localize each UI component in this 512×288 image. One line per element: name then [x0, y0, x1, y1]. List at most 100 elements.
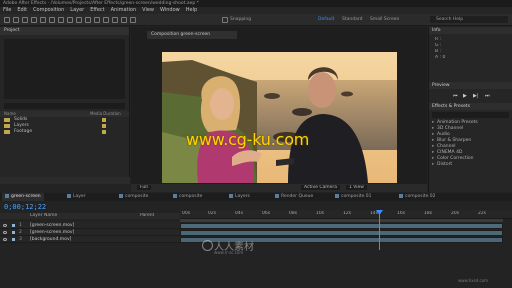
next-frame-icon[interactable]: ▶| — [473, 93, 479, 99]
roto-brush-tool-icon[interactable] — [121, 17, 127, 23]
snapping-checkbox-icon[interactable] — [222, 17, 228, 23]
timeline-tab[interactable]: composite — [116, 193, 151, 201]
eye-icon[interactable] — [3, 231, 7, 234]
ruler-tick: 00s — [182, 211, 191, 216]
info-alpha: A : 0 — [435, 55, 446, 60]
tab-project[interactable]: Project — [0, 27, 129, 35]
layer-columns-header: Layer Name Parent — [0, 213, 180, 219]
table-row[interactable]: 3 [background.mov] — [0, 236, 180, 243]
effects-search-input[interactable] — [432, 112, 509, 118]
brand-logo-icon — [202, 240, 213, 251]
hand-tool-icon[interactable] — [22, 17, 28, 23]
menu-composition[interactable]: Composition — [33, 7, 64, 14]
pen-tool-icon[interactable] — [76, 17, 82, 23]
label-swatch — [102, 124, 106, 128]
timeline-tab[interactable]: Render Queue — [272, 193, 316, 201]
timeline-tab[interactable]: composite 01 — [332, 193, 375, 201]
eye-icon[interactable] — [3, 224, 7, 227]
timeline-tab[interactable]: composite 02 — [396, 193, 439, 201]
menu-layer[interactable]: Layer — [70, 7, 84, 14]
timeline-tabs: green-screen Layer composite composite L… — [0, 193, 512, 201]
table-row[interactable]: 2 [green-screen.mov] — [0, 229, 180, 236]
info-readout: R : G : B : A : 0 — [429, 34, 512, 74]
current-time-display[interactable]: 0;00;12;22 — [4, 203, 46, 211]
workspace-small-screen[interactable]: Small Screen — [370, 17, 399, 22]
label-swatch[interactable] — [12, 238, 15, 241]
menu-animation[interactable]: Animation — [111, 7, 137, 14]
label-swatch[interactable] — [12, 231, 15, 234]
composition-frame[interactable] — [162, 52, 397, 183]
brush-tool-icon[interactable] — [94, 17, 100, 23]
layer-duration-bar[interactable] — [180, 230, 503, 236]
ruler-tick: 12s — [343, 211, 352, 216]
video-frame-image — [162, 52, 397, 183]
timeline-tab[interactable]: green-screen — [2, 193, 44, 201]
info-blue: B : — [435, 49, 442, 54]
label-swatch[interactable] — [12, 224, 15, 227]
eraser-tool-icon[interactable] — [112, 17, 118, 23]
layer-duration-bar[interactable] — [180, 223, 503, 229]
timeline-tab[interactable]: composite — [170, 193, 205, 201]
eye-icon[interactable] — [3, 238, 7, 241]
snapping-label: Snapping — [230, 17, 252, 22]
viewer-controls: Full Active Camera 1 View — [131, 184, 427, 192]
menu-view[interactable]: View — [142, 7, 154, 14]
search-help-input[interactable]: Search Help — [430, 16, 508, 23]
home-icon[interactable] — [4, 17, 10, 23]
menu-effect[interactable]: Effect — [90, 7, 104, 14]
ruler-tick: 20s — [451, 211, 460, 216]
project-panel: Project Name Media Duration Solids Layer… — [0, 27, 130, 184]
selection-tool-icon[interactable] — [13, 17, 19, 23]
table-row[interactable]: 1 [green-screen.mov] — [0, 222, 180, 229]
project-footer — [0, 177, 130, 184]
watermark-text: www.cg-ku.com — [186, 130, 310, 149]
playhead[interactable] — [379, 210, 380, 250]
workspace-default[interactable]: Default — [318, 17, 334, 22]
tab-composition[interactable]: Composition green-screen — [147, 31, 237, 39]
tab-info[interactable]: Info — [429, 27, 512, 34]
rotate-tool-icon[interactable] — [40, 17, 46, 23]
layer-number: 3 — [19, 237, 22, 242]
puppet-tool-icon[interactable] — [130, 17, 136, 23]
play-icon[interactable]: ▶ — [463, 93, 467, 99]
first-frame-icon[interactable]: ⏮ — [453, 93, 458, 99]
column-parent[interactable]: Parent — [140, 213, 154, 219]
project-item-name: Layers — [14, 123, 29, 128]
ruler-tick: 22s — [478, 211, 487, 216]
brand-url: www.rr-sc.com — [214, 250, 244, 255]
mask-tool-icon[interactable] — [67, 17, 73, 23]
tab-preview[interactable]: Preview — [429, 82, 512, 89]
menu-file[interactable]: File — [3, 7, 11, 14]
menu-edit[interactable]: Edit — [17, 7, 27, 14]
camera-tool-icon[interactable] — [49, 17, 55, 23]
label-swatch — [102, 130, 106, 134]
views-select[interactable]: 1 View — [346, 185, 367, 190]
info-green: G : — [435, 43, 442, 48]
column-layer-name[interactable]: Layer Name — [30, 213, 57, 219]
tab-effects-presets[interactable]: Effects & Presets — [429, 103, 512, 110]
last-frame-icon[interactable]: ⏭ — [485, 93, 490, 99]
window-title: Adobe After Effects - /Volumes/Projects/… — [0, 0, 512, 7]
timeline-tab[interactable]: Layers — [226, 193, 253, 201]
ruler-tick: 16s — [397, 211, 406, 216]
pan-behind-tool-icon[interactable] — [58, 17, 64, 23]
project-search-input[interactable] — [4, 103, 125, 109]
zoom-select[interactable]: Full — [137, 185, 151, 190]
column-name[interactable]: Name — [4, 111, 16, 116]
ruler-tick: 08s — [289, 211, 298, 216]
workspace-standard[interactable]: Standard — [342, 17, 362, 22]
zoom-tool-icon[interactable] — [31, 17, 37, 23]
menu-help[interactable]: Help — [186, 7, 197, 14]
menu-window[interactable]: Window — [160, 7, 180, 14]
timeline-tab[interactable]: Layer — [64, 193, 89, 201]
corner-watermark: www.hxsd.com — [458, 278, 489, 283]
work-area-bar[interactable] — [180, 219, 503, 222]
type-tool-icon[interactable] — [85, 17, 91, 23]
clone-stamp-tool-icon[interactable] — [103, 17, 109, 23]
label-swatch — [102, 118, 106, 122]
camera-select[interactable]: Active Camera — [301, 185, 341, 190]
time-ruler[interactable]: 00s 02s 04s 06s 08s 10s 12s 14s 16s 18s … — [180, 210, 512, 219]
list-item[interactable]: Footage — [0, 129, 129, 135]
folder-icon — [4, 118, 10, 122]
effect-category[interactable]: Distort — [429, 162, 512, 168]
